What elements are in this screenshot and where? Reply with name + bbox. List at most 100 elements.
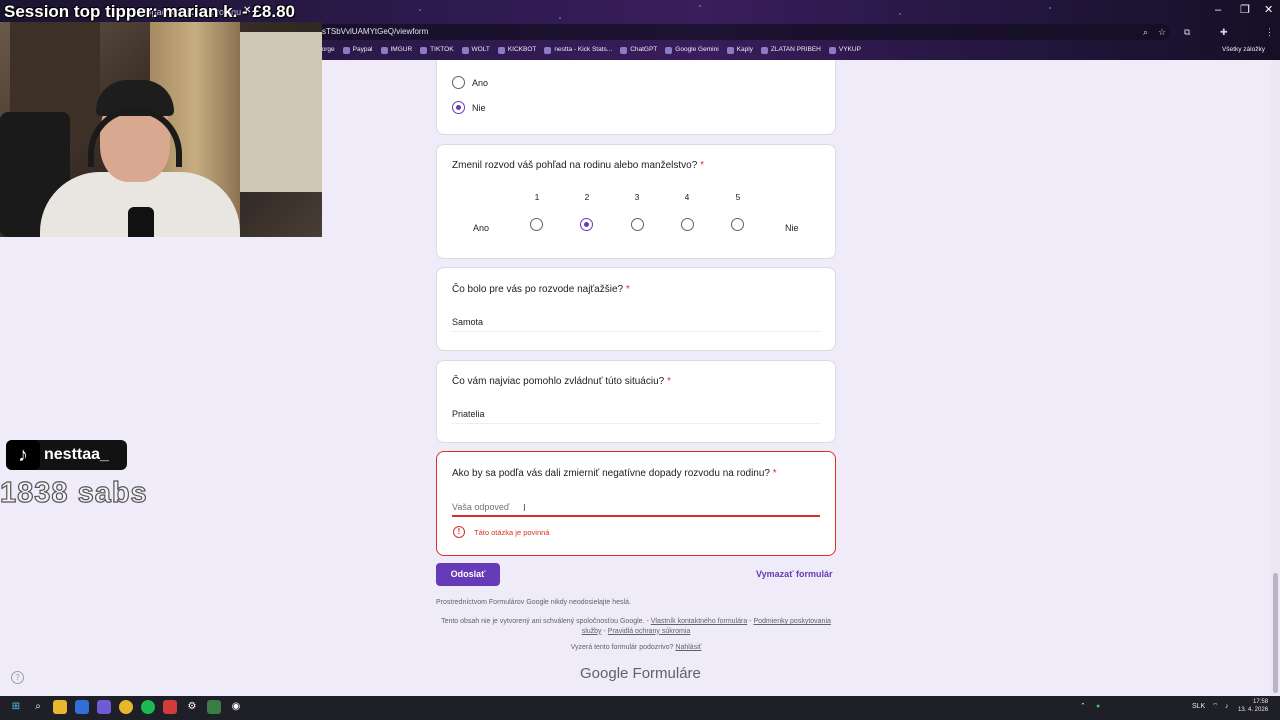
language-indicator[interactable]: SLK	[1192, 701, 1205, 713]
question-title: Ako by sa podľa vás dali zmierniť negatí…	[452, 468, 777, 479]
clear-form-button[interactable]: Vymazať formulár	[756, 568, 833, 580]
window	[240, 32, 322, 192]
bookmark-item[interactable]: IMGUR	[380, 43, 412, 57]
question-title: Zmenil rozvod váš pohľad na rodinu alebo…	[452, 160, 704, 171]
top-tipper-banner: Session top tipper: marian k. - £8.80	[4, 2, 295, 21]
question-title: Čo bolo pre vás po rozvode najťažšie? *	[452, 284, 630, 295]
bookmark-item[interactable]: WOLT	[461, 43, 490, 57]
tray-app-icon[interactable]: ●	[1096, 701, 1100, 713]
question-card-yes-no	[436, 60, 836, 135]
chatgpt-icon	[620, 46, 628, 54]
wolt-icon	[461, 46, 469, 54]
kick-stats-icon	[544, 46, 552, 54]
tray-chevron-icon[interactable]: ⌃	[1080, 701, 1086, 713]
file-explorer-icon[interactable]	[53, 700, 67, 714]
error-message: Táto otázka je povinná	[474, 528, 550, 537]
answer-text[interactable]: Samota	[452, 316, 483, 328]
password-warning: Prostredníctvom Formulárov Google nikdy …	[436, 599, 631, 606]
tiktok-handle: nesttaa_	[44, 446, 109, 463]
tiktok-icon	[420, 46, 428, 54]
bookmark-item[interactable]: TIKTOK	[420, 43, 454, 57]
scale-low-label: Ano	[473, 223, 490, 233]
scale-radio-1[interactable]	[530, 218, 543, 231]
bookmark-item[interactable]: VYKUP	[828, 43, 861, 57]
volume-icon[interactable]: ♪	[1225, 701, 1229, 713]
extension-icon[interactable]: ⧉	[1184, 26, 1190, 38]
gemini-icon	[665, 46, 673, 54]
owner-link[interactable]: Vlastník kontaktného formulára	[651, 618, 748, 625]
zoom-icon[interactable]: ⌕	[1143, 26, 1148, 38]
spotify-icon[interactable]	[141, 700, 155, 714]
scale-number: 4	[684, 192, 690, 202]
answer-underline	[452, 423, 820, 424]
maximize-icon[interactable]: ❐	[1240, 4, 1250, 16]
flag-icon	[760, 46, 768, 54]
submit-button[interactable]: Odoslať	[436, 563, 500, 586]
bookmark-item[interactable]: Paypal	[342, 43, 373, 57]
scrollbar-thumb[interactable]	[1273, 573, 1278, 693]
sheet-icon	[726, 46, 734, 54]
text-cursor-icon: I	[523, 503, 526, 514]
bookmark-item[interactable]: ZLATAN PRIBEH	[760, 43, 821, 57]
scale-number: 1	[534, 192, 540, 202]
settings-gear-icon[interactable]: ⚙	[185, 700, 199, 714]
minimize-icon[interactable]: –	[1215, 4, 1221, 16]
scale-radio-4[interactable]	[681, 218, 694, 231]
error-icon: !	[453, 526, 465, 538]
imgur-icon	[380, 46, 388, 54]
scale-number: 5	[735, 192, 741, 202]
bookmarks-bar: eorge Paypal IMGUR TIKTOK WOLT KICKBOT n…	[318, 43, 861, 57]
answer-input-underline	[452, 515, 820, 517]
scale-high-label: Nie	[785, 223, 799, 233]
answer-input[interactable]: Vaša odpoveď	[452, 501, 509, 513]
app-icon[interactable]	[207, 700, 221, 714]
clock[interactable]: 17:58 13. 4. 2026	[1238, 698, 1268, 714]
report-link[interactable]: Nahlásiť	[675, 644, 701, 651]
window-close-icon[interactable]: ✕	[1264, 4, 1273, 16]
radio-ano[interactable]	[452, 76, 465, 89]
search-icon[interactable]: ⌕	[31, 700, 45, 714]
google-forms-logo[interactable]: Google Formuláre	[580, 665, 701, 683]
answer-underline	[452, 331, 820, 332]
app-icon[interactable]	[75, 700, 89, 714]
bookmark-star-icon[interactable]: ☆	[1158, 26, 1166, 38]
scale-radio-5[interactable]	[731, 218, 744, 231]
scale-number: 3	[634, 192, 640, 202]
address-url[interactable]: sTSbVvlUAMYtGeQ/viewform	[322, 25, 428, 39]
obs-icon[interactable]: ◉	[229, 700, 243, 714]
help-icon[interactable]: ?	[11, 671, 24, 684]
microphone	[128, 207, 154, 237]
bookmark-item[interactable]: nestta - Kick Stats...	[544, 43, 612, 57]
puzzle-icon[interactable]: ✚	[1220, 26, 1228, 38]
bookmark-item[interactable]: Google Gemini	[665, 43, 719, 57]
scale-number: 2	[584, 192, 590, 202]
scale-radio-2[interactable]	[580, 218, 593, 231]
paypal-icon	[342, 46, 350, 54]
windows-start-icon[interactable]: ⊞	[9, 700, 23, 714]
question-card-help	[436, 360, 836, 443]
bookmark-item[interactable]: KICKBOT	[497, 43, 536, 57]
bookmark-item[interactable]: ChatGPT	[620, 43, 657, 57]
subs-counter: 1838 sabs	[0, 476, 148, 509]
report-line: Vyzerá tento formulár podozrivo? Nahlási…	[570, 644, 702, 651]
bookmark-item[interactable]: Kaply	[726, 43, 753, 57]
kickbot-icon	[497, 46, 505, 54]
discord-icon[interactable]	[97, 700, 111, 714]
network-icon[interactable]: ⌔	[1212, 701, 1219, 713]
option-label: Ano	[472, 78, 489, 88]
webcam-overlay	[0, 22, 322, 237]
question-title: Čo vám najviac pomohlo zvládnuť túto sit…	[452, 376, 671, 387]
vykup-icon	[828, 46, 836, 54]
privacy-link[interactable]: Pravidlá ochrany súkromia	[608, 628, 690, 635]
app-icon[interactable]	[163, 700, 177, 714]
menu-icon[interactable]: ⋮	[1265, 26, 1274, 38]
radio-nie[interactable]	[452, 101, 465, 114]
all-bookmarks[interactable]: Všetky záložky	[1222, 43, 1265, 57]
answer-text[interactable]: Priatelia	[452, 408, 485, 420]
option-label: Nie	[472, 103, 486, 113]
chrome-icon[interactable]	[119, 700, 133, 714]
tiktok-logo-icon: ♪	[6, 440, 40, 470]
question-card-hardest	[436, 267, 836, 351]
legal-notice: Tento obsah nie je vytvorený ani schvále…	[441, 618, 831, 635]
scale-radio-3[interactable]	[631, 218, 644, 231]
